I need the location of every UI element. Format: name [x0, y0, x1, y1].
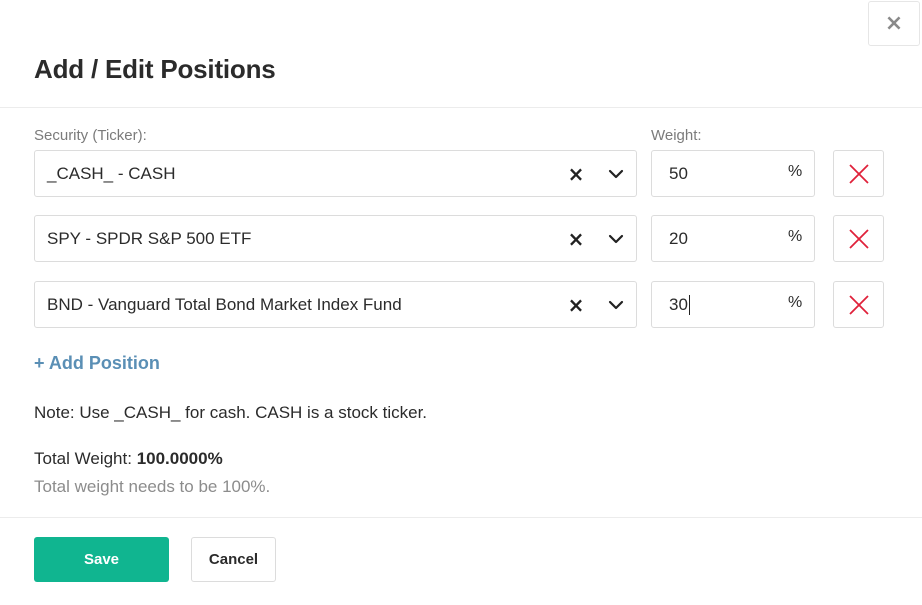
chevron-down-icon[interactable] — [607, 166, 625, 182]
security-select[interactable]: BND - Vanguard Total Bond Market Index F… — [34, 281, 637, 328]
weight-value: 20 — [669, 229, 688, 248]
remove-position-button[interactable] — [833, 215, 884, 262]
dialog-header: Add / Edit Positions — [0, 0, 922, 108]
save-button[interactable]: Save — [34, 537, 169, 582]
total-weight-value: 100.0000% — [136, 449, 223, 468]
clear-icon[interactable]: × — [565, 292, 587, 318]
position-row: _CASH_ - CASH × 50 % — [0, 150, 922, 197]
position-row: BND - Vanguard Total Bond Market Index F… — [0, 281, 922, 328]
total-weight: Total Weight: 100.0000% — [34, 449, 223, 469]
chevron-down-icon[interactable] — [607, 297, 625, 313]
weight-value: 50 — [669, 164, 688, 183]
total-weight-label: Total Weight: — [34, 449, 137, 468]
weight-value: 30 — [669, 295, 690, 315]
security-value: SPY - SPDR S&P 500 ETF — [47, 229, 252, 248]
chevron-down-icon[interactable] — [607, 231, 625, 247]
percent-symbol: % — [788, 228, 803, 245]
weight-input[interactable]: 20 % — [651, 215, 815, 262]
remove-x-icon — [848, 228, 869, 249]
security-label: Security (Ticker): — [34, 127, 147, 144]
security-value: _CASH_ - CASH — [47, 164, 176, 183]
remove-position-button[interactable] — [833, 150, 884, 197]
dialog-footer: Save Cancel — [0, 517, 922, 605]
weight-input[interactable]: 50 % — [651, 150, 815, 197]
security-select[interactable]: SPY - SPDR S&P 500 ETF × — [34, 215, 637, 262]
remove-x-icon — [848, 163, 869, 184]
percent-symbol: % — [788, 294, 803, 311]
percent-symbol: % — [788, 163, 803, 180]
security-value: BND - Vanguard Total Bond Market Index F… — [47, 295, 402, 314]
weight-hint: Total weight needs to be 100%. — [34, 477, 271, 496]
position-row: SPY - SPDR S&P 500 ETF × 20 % — [0, 215, 922, 262]
cash-note: Note: Use _CASH_ for cash. CASH is a sto… — [34, 403, 428, 422]
remove-x-icon — [848, 294, 869, 315]
add-position-link[interactable]: + Add Position — [34, 353, 160, 374]
remove-position-button[interactable] — [833, 281, 884, 328]
dialog-title: Add / Edit Positions — [34, 54, 276, 84]
close-icon: × — [884, 11, 904, 36]
clear-icon[interactable]: × — [565, 161, 587, 187]
close-button[interactable]: × — [868, 1, 920, 46]
weight-input[interactable]: 30 % — [651, 281, 815, 328]
weight-label: Weight: — [651, 127, 702, 144]
add-edit-positions-dialog: Add / Edit Positions × Security (Ticker)… — [0, 0, 922, 605]
clear-icon[interactable]: × — [565, 226, 587, 252]
security-select[interactable]: _CASH_ - CASH × — [34, 150, 637, 197]
cancel-button[interactable]: Cancel — [191, 537, 276, 582]
